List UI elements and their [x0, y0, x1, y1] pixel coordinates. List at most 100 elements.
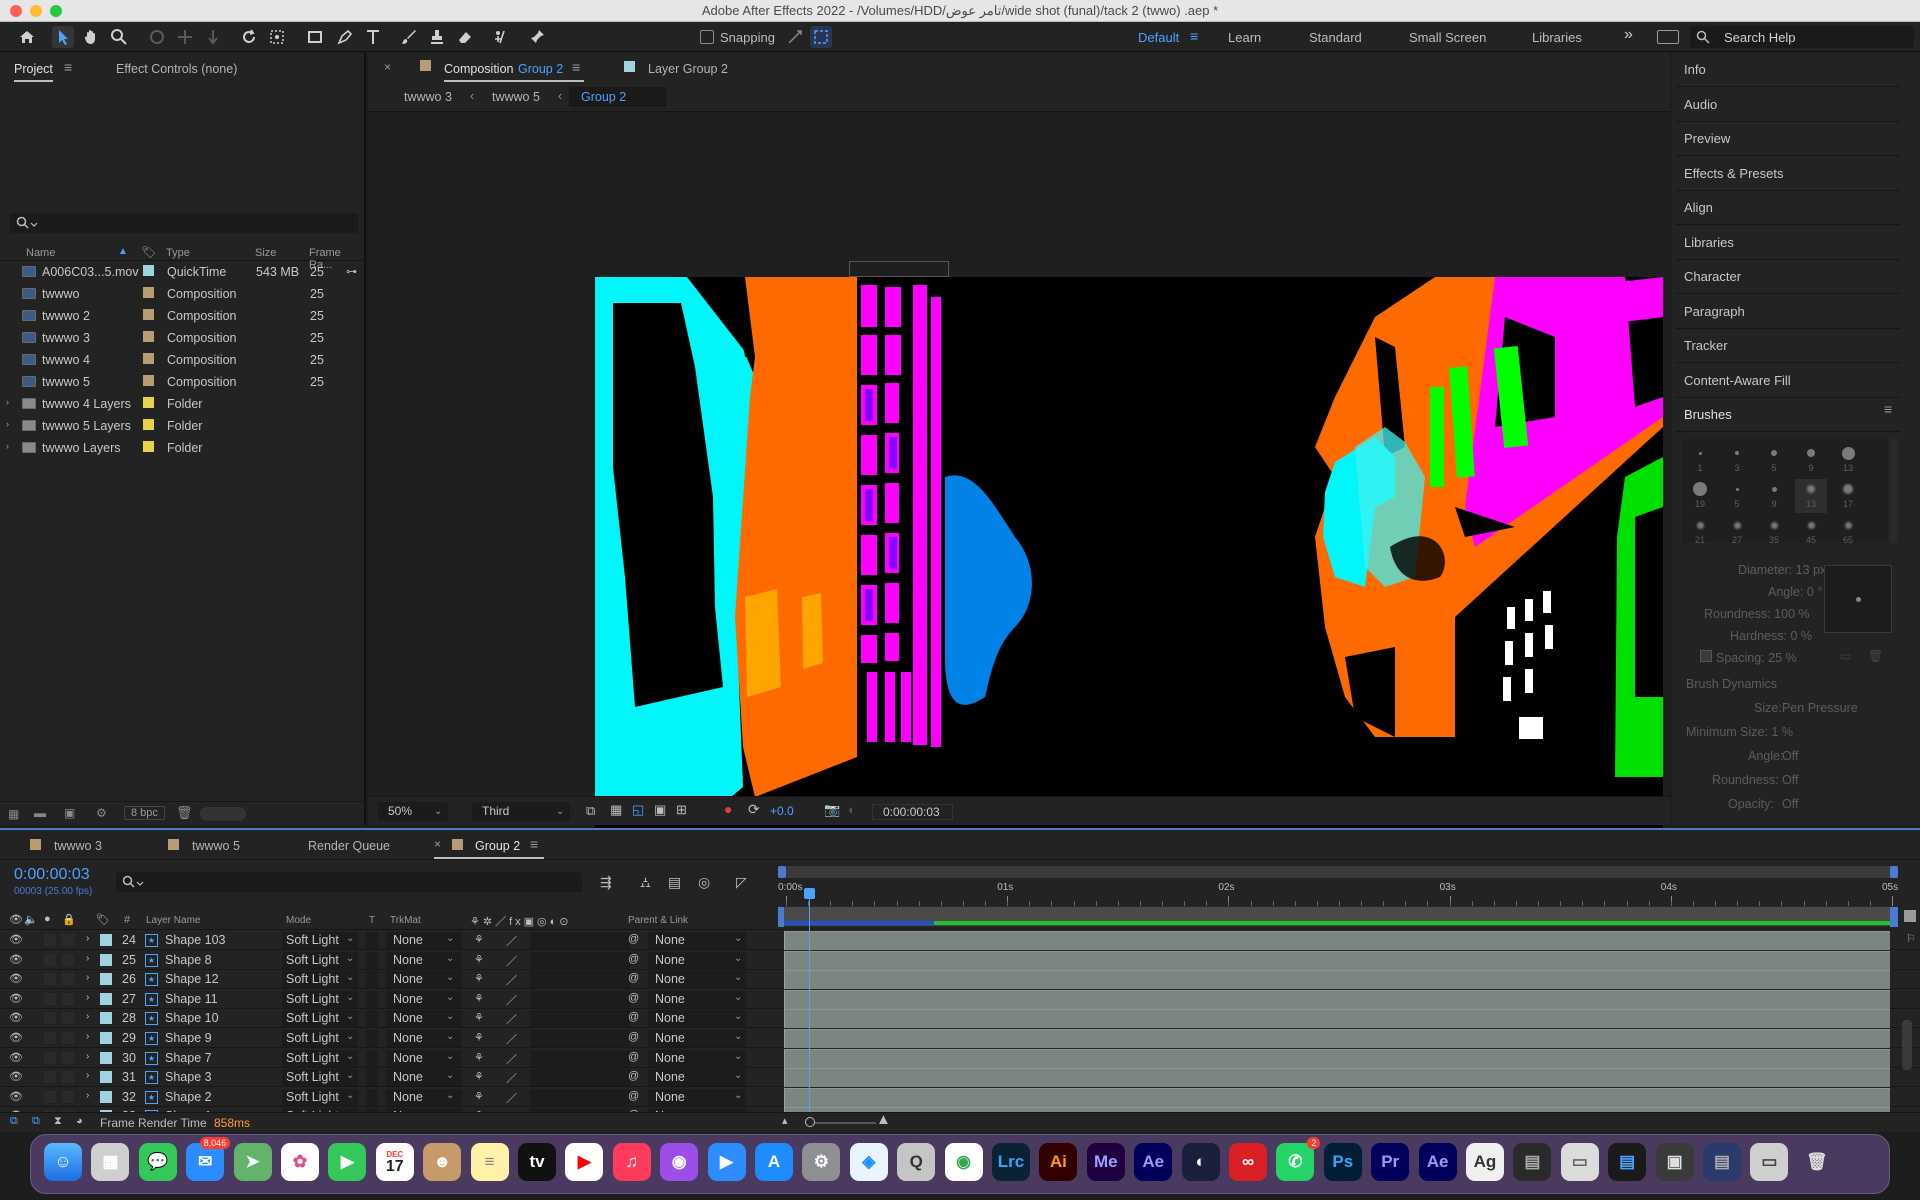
layer-name[interactable]: Shape 12 — [165, 972, 219, 986]
pick-whip-icon[interactable]: @ — [628, 1031, 639, 1043]
comp-flowchart-icon[interactable]: ⇶ — [600, 874, 612, 891]
quality-switch-icon[interactable]: ／ — [506, 953, 517, 969]
launchpad-icon[interactable]: ▦ — [91, 1143, 130, 1181]
preserve-transparency-toggle[interactable] — [366, 932, 378, 949]
expand-arrow-icon[interactable]: › — [86, 953, 89, 964]
maps-icon[interactable]: ➤ — [233, 1143, 272, 1181]
eye-icon[interactable]: 👁 — [9, 953, 23, 966]
layer-name[interactable]: Shape 10 — [165, 1011, 219, 1025]
layer-duration-bar[interactable] — [784, 1087, 1890, 1107]
preserve-transparency-toggle[interactable] — [366, 1049, 378, 1067]
switches-cells[interactable] — [530, 971, 630, 989]
label-tag-icon[interactable]: 🏷 — [141, 245, 156, 259]
label-swatch[interactable] — [143, 353, 154, 364]
project-item-row[interactable]: twwwo Composition 25 — [0, 283, 362, 305]
breadcrumb-twwwo-3[interactable]: twwwo 3 — [404, 90, 452, 104]
solo-toggle[interactable] — [44, 1032, 56, 1044]
solo-toggle[interactable] — [44, 1071, 56, 1084]
preserve-transparency-toggle[interactable] — [366, 1010, 378, 1028]
new-composition-icon[interactable]: ▣ — [64, 806, 75, 820]
dolly-camera-icon[interactable] — [202, 26, 224, 48]
lock-toggle[interactable] — [62, 934, 74, 946]
brush-tip[interactable]: 27 — [1721, 515, 1753, 549]
notes-icon[interactable]: ≡ — [470, 1143, 509, 1181]
panel-brushes[interactable]: Brushes — [1676, 398, 1900, 432]
lock-toggle[interactable] — [62, 1090, 74, 1103]
snapping-checkbox[interactable] — [700, 30, 714, 44]
eye-icon[interactable]: 👁 — [9, 1031, 23, 1044]
pick-whip-icon[interactable]: @ — [628, 992, 639, 1004]
switches-cells[interactable] — [530, 990, 630, 1008]
new-folder-icon[interactable]: ▬ — [34, 806, 46, 820]
brush-grid-scrollbar[interactable] — [1890, 439, 1898, 543]
panel-character[interactable]: Character — [1676, 260, 1900, 294]
type-tool-icon[interactable] — [362, 26, 384, 48]
font-book-icon[interactable]: Ag — [1466, 1143, 1504, 1181]
brush-tip[interactable]: 17 — [1832, 479, 1864, 513]
layer-duration-bar[interactable] — [784, 950, 1890, 970]
project-item-row[interactable]: › twwwo 5 Layers Folder — [0, 415, 362, 437]
mail-icon[interactable]: ✉ 8,046 — [186, 1137, 231, 1181]
exposure-value[interactable]: +0.0 — [770, 804, 794, 818]
layer-row[interactable]: 👁 › 30 ★ Shape 7 Soft Light ⌄ None ⌄ ⚘ ／… — [0, 1048, 1920, 1068]
project-item-row[interactable]: twwwo 3 Composition 25 — [0, 327, 362, 349]
channel-icon[interactable]: ● — [724, 801, 732, 817]
cinema-4d-icon[interactable]: ◐ — [1181, 1143, 1220, 1181]
preserve-transparency-toggle[interactable] — [366, 990, 378, 1008]
contacts-icon[interactable]: ☻ — [423, 1143, 462, 1181]
tab-render-queue[interactable]: Render Queue — [308, 839, 390, 853]
layer-duration-bar[interactable] — [784, 1009, 1890, 1029]
pick-whip-icon[interactable]: @ — [628, 1090, 639, 1102]
label-swatch[interactable] — [143, 441, 154, 452]
workspace-menu-icon[interactable]: ≡ — [1190, 28, 1198, 44]
expand-arrow-icon[interactable]: › — [86, 972, 89, 983]
anchor-point-tool-icon[interactable] — [266, 26, 288, 48]
facetime-icon[interactable]: ▶ — [328, 1143, 367, 1181]
panel-libraries[interactable]: Libraries — [1676, 226, 1900, 260]
clone-stamp-tool-icon[interactable] — [426, 26, 448, 48]
solo-toggle[interactable] — [44, 953, 56, 966]
search-help-field[interactable]: Search Help — [1690, 26, 1914, 48]
layer-row[interactable]: 👁 › 24 ★ Shape 103 Soft Light ⌄ None ⌄ ⚘… — [0, 931, 1920, 950]
layer-name[interactable]: Shape 11 — [165, 992, 218, 1006]
brush-tip[interactable]: 21 — [1684, 515, 1716, 549]
roto-brush-tool-icon[interactable] — [490, 26, 512, 48]
project-item-row[interactable]: › twwwo Layers Folder — [0, 437, 362, 459]
expand-arrow-icon[interactable]: › — [6, 419, 9, 429]
quality-switch-icon[interactable]: ／ — [506, 992, 517, 1008]
panel-info[interactable]: Info — [1676, 53, 1900, 87]
snapshot-icon[interactable]: 📷 — [824, 802, 840, 818]
home-icon[interactable] — [16, 26, 38, 48]
pick-whip-icon[interactable]: @ — [628, 1070, 639, 1082]
pan-camera-icon[interactable] — [174, 26, 196, 48]
zoom-in-icon[interactable]: ▲ — [876, 1111, 891, 1128]
shy-switch-icon[interactable]: ⚘ — [474, 992, 484, 1005]
after-effects-icon[interactable]: Ae — [1418, 1143, 1457, 1181]
eraser-tool-icon[interactable] — [454, 26, 476, 48]
recent-window-icon[interactable]: ▣ — [1655, 1143, 1694, 1181]
spacing-checkbox[interactable] — [1700, 650, 1712, 662]
eye-icon[interactable]: 👁 — [9, 1011, 23, 1024]
panel-effects-presets[interactable]: Effects & Presets — [1676, 157, 1900, 191]
lock-toggle[interactable] — [62, 973, 74, 986]
shy-switch-icon[interactable]: ⚘ — [474, 1051, 484, 1064]
comp-panel-menu-icon[interactable]: ≡ — [572, 59, 580, 75]
frame-blending-icon[interactable]: ▤ — [668, 874, 681, 891]
preserve-transparency-toggle[interactable] — [366, 951, 378, 969]
brushes-menu-icon[interactable]: ≡ — [1884, 401, 1892, 417]
more-workspaces-icon[interactable]: » — [1624, 26, 1633, 44]
quality-switch-icon[interactable]: ／ — [506, 1090, 517, 1106]
panel-align[interactable]: Align — [1676, 191, 1900, 225]
illustrator-icon[interactable]: Ai — [1039, 1143, 1078, 1181]
recent-window-icon[interactable]: ▭ — [1750, 1143, 1789, 1181]
preserve-transparency-toggle[interactable] — [366, 971, 378, 989]
trash-icon[interactable]: 🗑 — [176, 805, 193, 821]
panel-content-aware-fill[interactable]: Content-Aware Fill — [1676, 364, 1900, 398]
preserve-transparency-toggle[interactable] — [366, 1088, 378, 1106]
brush-tool-icon[interactable] — [398, 26, 420, 48]
pick-whip-icon[interactable]: @ — [628, 933, 639, 945]
render-time-toggle-icon[interactable]: ◕ — [76, 1115, 83, 1127]
column-type[interactable]: Type — [166, 247, 190, 259]
mask-visibility-icon[interactable]: ◱ — [632, 802, 644, 818]
layer-label-swatch[interactable] — [100, 973, 112, 986]
